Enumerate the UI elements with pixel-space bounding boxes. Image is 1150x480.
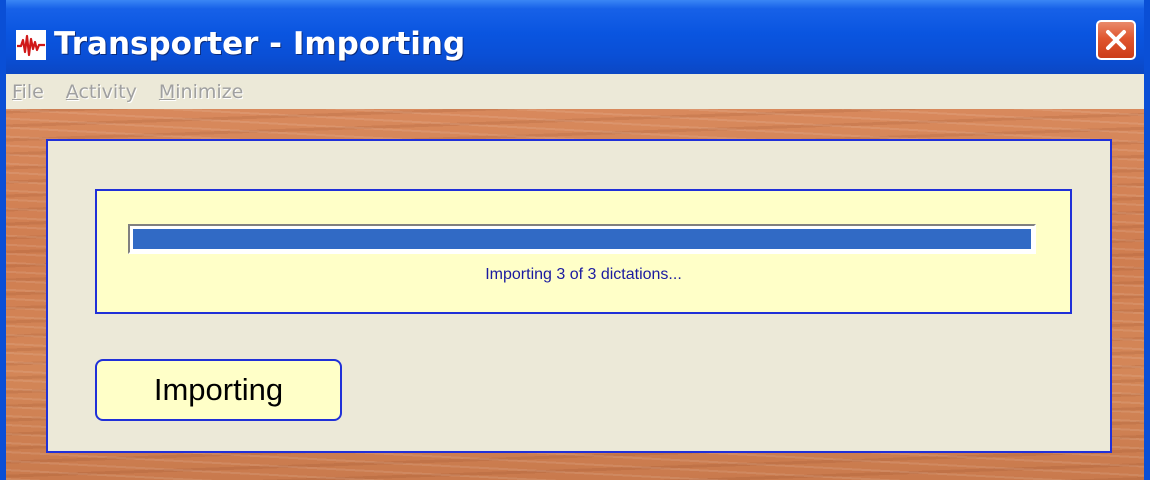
progress-fill xyxy=(133,229,1031,249)
menu-minimize[interactable]: Minimize xyxy=(159,81,243,103)
progress-inner xyxy=(133,229,1031,249)
waveform-icon xyxy=(16,30,46,60)
window-title: Transporter - Importing xyxy=(54,26,466,62)
import-panel: Importing 3 of 3 dictations... Importing xyxy=(46,139,1112,453)
application-window: Transporter - Importing File Activity Mi… xyxy=(0,0,1150,480)
progress-box: Importing 3 of 3 dictations... xyxy=(95,189,1072,314)
menu-activity-mnemonic: A xyxy=(65,80,79,103)
menu-minimize-mnemonic: M xyxy=(158,80,176,103)
title-bar[interactable]: Transporter - Importing xyxy=(6,0,1144,74)
close-button[interactable] xyxy=(1096,20,1136,60)
menu-minimize-label: inimize xyxy=(175,80,244,103)
menu-bar: File Activity Minimize xyxy=(6,74,1144,109)
menu-file-mnemonic: F xyxy=(12,80,22,103)
menu-activity-label: ctivity xyxy=(78,80,137,103)
client-area: Importing 3 of 3 dictations... Importing xyxy=(6,109,1144,480)
menu-file-label: ile xyxy=(21,80,44,103)
progress-status-text: Importing 3 of 3 dictations... xyxy=(485,266,682,283)
menu-activity[interactable]: Activity xyxy=(66,81,137,103)
close-icon xyxy=(1106,30,1126,50)
importing-button[interactable]: Importing xyxy=(95,359,342,421)
menu-file[interactable]: File xyxy=(12,81,44,103)
progress-bar xyxy=(128,224,1036,254)
